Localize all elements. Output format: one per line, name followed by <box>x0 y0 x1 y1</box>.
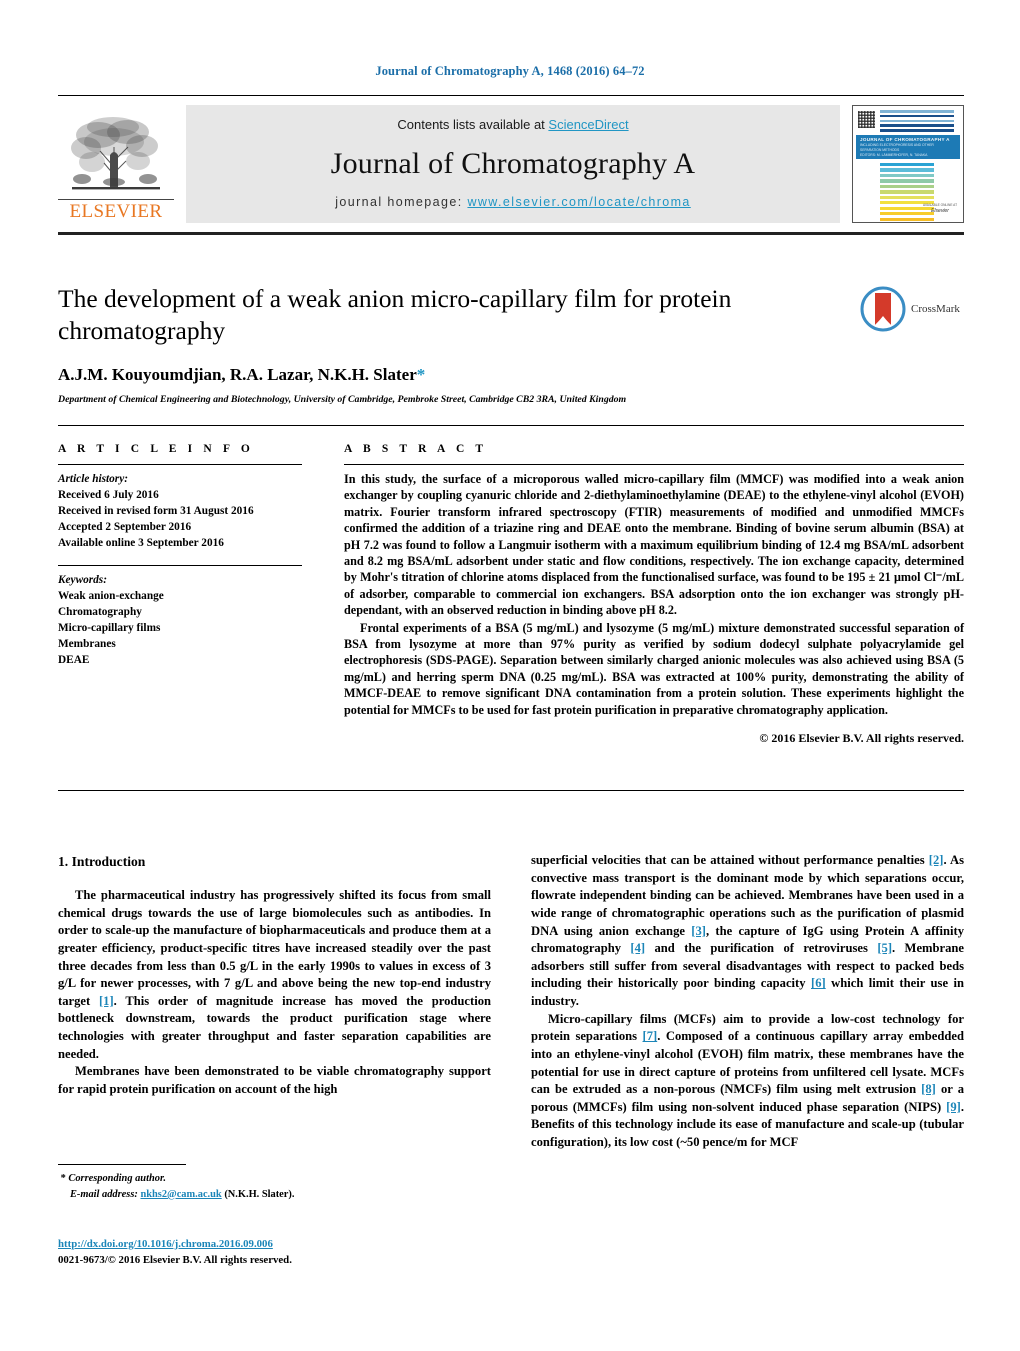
citation-ref-6[interactable]: [6] <box>811 976 826 990</box>
email-link[interactable]: nkhs2@cam.ac.uk <box>140 1189 221 1200</box>
footnote-corresponding-label: Corresponding author. <box>68 1173 167 1184</box>
abstract-bottom-rule <box>58 790 964 791</box>
body-column-left: 1. Introduction The pharmaceutical indus… <box>58 852 491 1152</box>
citation-ref-5[interactable]: [5] <box>877 941 892 955</box>
abstract-rule <box>344 464 964 465</box>
keywords-rule <box>58 565 302 567</box>
footnote-body: * Corresponding author. E-mail address: … <box>58 1171 491 1202</box>
page-title: The development of a weak anion micro-ca… <box>58 284 732 346</box>
journal-masthead: ELSEVIER Contents lists available at Sci… <box>58 95 964 235</box>
journal-title: Journal of Chromatography A <box>330 146 696 180</box>
citation-ref-2[interactable]: [2] <box>929 853 944 867</box>
corresponding-author-footnote: * Corresponding author. E-mail address: … <box>58 1164 491 1202</box>
keywords-block: Keywords: Weak anion-exchange Chromatogr… <box>58 572 302 668</box>
elsevier-logo: ELSEVIER <box>58 105 174 223</box>
author-list: A.J.M. Kouyoumdjian, R.A. Lazar, N.K.H. … <box>58 365 964 385</box>
keyword-item: Weak anion-exchange <box>58 590 164 603</box>
citation-ref-8[interactable]: [8] <box>921 1082 936 1096</box>
footnote-email-line: E-mail address: nkhs2@cam.ac.uk (N.K.H. … <box>58 1187 491 1203</box>
journal-band: Contents lists available at ScienceDirec… <box>186 105 840 223</box>
sciencedirect-link[interactable]: ScienceDirect <box>548 117 628 132</box>
keyword-item: Membranes <box>58 638 116 651</box>
citation-ref-3[interactable]: [3] <box>691 924 706 938</box>
masthead-top-rule <box>58 95 964 96</box>
email-label: E-mail address: <box>70 1188 138 1200</box>
info-top-rule <box>58 425 964 426</box>
corresponding-author-marker[interactable]: * <box>417 365 426 384</box>
article-info-heading: A R T I C L E I N F O <box>58 443 254 455</box>
cover-banner-title: JOURNAL OF CHROMATOGRAPHY A <box>860 137 950 142</box>
citation-ref-7[interactable]: [7] <box>643 1029 658 1043</box>
cover-banner: JOURNAL OF CHROMATOGRAPHY A INCLUDING EL… <box>856 135 960 159</box>
cover-footer-sub: AVAILABLE ONLINE AT <box>923 202 958 207</box>
history-item: Available online 3 September 2016 <box>58 537 224 550</box>
cover-qr-icon <box>858 111 875 128</box>
intro-p3-d: and the purification of retroviruses <box>645 941 878 956</box>
intro-p3-a: superficial velocities that can be attai… <box>531 853 929 867</box>
intro-paragraph-2: Membranes have been demonstrated to be v… <box>58 1064 491 1096</box>
keyword-item: Micro-capillary films <box>58 622 161 635</box>
abstract-copyright: © 2016 Elsevier B.V. All rights reserved… <box>759 731 964 746</box>
body-column-right: superficial velocities that can be attai… <box>531 852 964 1152</box>
history-item: Received 6 July 2016 <box>58 489 159 502</box>
history-item: Received in revised form 31 August 2016 <box>58 505 254 518</box>
crossmark-badge[interactable]: CrossMark <box>860 283 964 335</box>
footnote-corresponding-line: * Corresponding author. <box>58 1171 491 1187</box>
intro-paragraph-4: Micro-capillary films (MCFs) aim to prov… <box>531 1011 964 1152</box>
doi-footer: http://dx.doi.org/10.1016/j.chroma.2016.… <box>58 1237 491 1268</box>
title-block: The development of a weak anion micro-ca… <box>58 283 964 405</box>
abstract-body: In this study, the surface of a micropor… <box>344 471 964 718</box>
article-history-label: Article history: <box>58 473 128 485</box>
abstract-column: A B S T R A C T In this study, the surfa… <box>344 443 964 746</box>
intro-paragraph-1: The pharmaceutical industry has progress… <box>58 887 491 1063</box>
cover-banner-sub1: INCLUDING ELECTROPHORESIS AND OTHER SEPA… <box>860 143 934 152</box>
footnote-rule <box>58 1164 186 1165</box>
running-head: Journal of Chromatography A, 1468 (2016)… <box>375 64 645 78</box>
article-body: 1. Introduction The pharmaceutical indus… <box>58 852 964 1152</box>
homepage-prefix: journal homepage: <box>335 195 468 209</box>
article-info-rule <box>58 464 302 465</box>
crossmark-icon <box>860 286 906 332</box>
journal-cover-thumbnail: JOURNAL OF CHROMATOGRAPHY A INCLUDING EL… <box>852 105 964 223</box>
keyword-item: DEAE <box>58 654 90 667</box>
keyword-item: Chromatography <box>58 606 142 619</box>
doi-link[interactable]: http://dx.doi.org/10.1016/j.chroma.2016.… <box>58 1238 273 1250</box>
journal-homepage-line: journal homepage: www.elsevier.com/locat… <box>335 195 691 209</box>
email-owner: (N.K.H. Slater). <box>224 1188 295 1200</box>
article-info-column: A R T I C L E I N F O Article history: R… <box>58 443 302 668</box>
cover-footer: AVAILABLE ONLINE AT Elsevier <box>923 203 957 215</box>
author-names: A.J.M. Kouyoumdjian, R.A. Lazar, N.K.H. … <box>58 365 417 385</box>
section-heading-introduction: 1. Introduction <box>58 854 146 869</box>
citation-ref-1[interactable]: [1] <box>99 994 114 1008</box>
intro-p1-part-a: The pharmaceutical industry has progress… <box>58 888 491 1008</box>
keywords-label: Keywords: <box>58 574 107 587</box>
issn-copyright-line: 0021-9673/© 2016 Elsevier B.V. All right… <box>58 1253 292 1266</box>
elsevier-wordmark: ELSEVIER <box>58 199 174 221</box>
cover-footer-brand: Elsevier <box>931 207 949 214</box>
cover-top-stripes <box>880 110 954 132</box>
abstract-paragraph-1: In this study, the surface of a micropor… <box>344 472 964 618</box>
contents-available-line: Contents lists available at ScienceDirec… <box>397 117 628 132</box>
journal-homepage-link[interactable]: www.elsevier.com/locate/chroma <box>467 195 690 209</box>
contents-prefix: Contents lists available at <box>397 117 549 132</box>
article-history-block: Article history: Received 6 July 2016 Re… <box>58 471 302 551</box>
citation-ref-4[interactable]: [4] <box>630 941 645 955</box>
intro-p1-part-b: . This order of magnitude increase has m… <box>58 993 492 1061</box>
history-item: Accepted 2 September 2016 <box>58 521 192 534</box>
elsevier-tree-icon <box>71 117 160 190</box>
cover-banner-sub2: EDITORS: M. LÄMMERHOFER, N. TANAKA <box>860 152 928 157</box>
abstract-paragraph-2: Frontal experiments of a BSA (5 mg/mL) a… <box>344 620 964 717</box>
crossmark-label: CrossMark <box>911 303 960 315</box>
paper-page: Journal of Chromatography A, 1468 (2016)… <box>0 0 1020 1351</box>
abstract-heading: A B S T R A C T <box>344 443 488 455</box>
affiliation: Department of Chemical Engineering and B… <box>58 394 627 406</box>
masthead-bottom-rule <box>58 232 964 235</box>
citation-ref-9[interactable]: [9] <box>946 1100 961 1114</box>
footnote-star: * <box>60 1173 66 1184</box>
intro-paragraph-3: superficial velocities that can be attai… <box>531 852 964 1011</box>
